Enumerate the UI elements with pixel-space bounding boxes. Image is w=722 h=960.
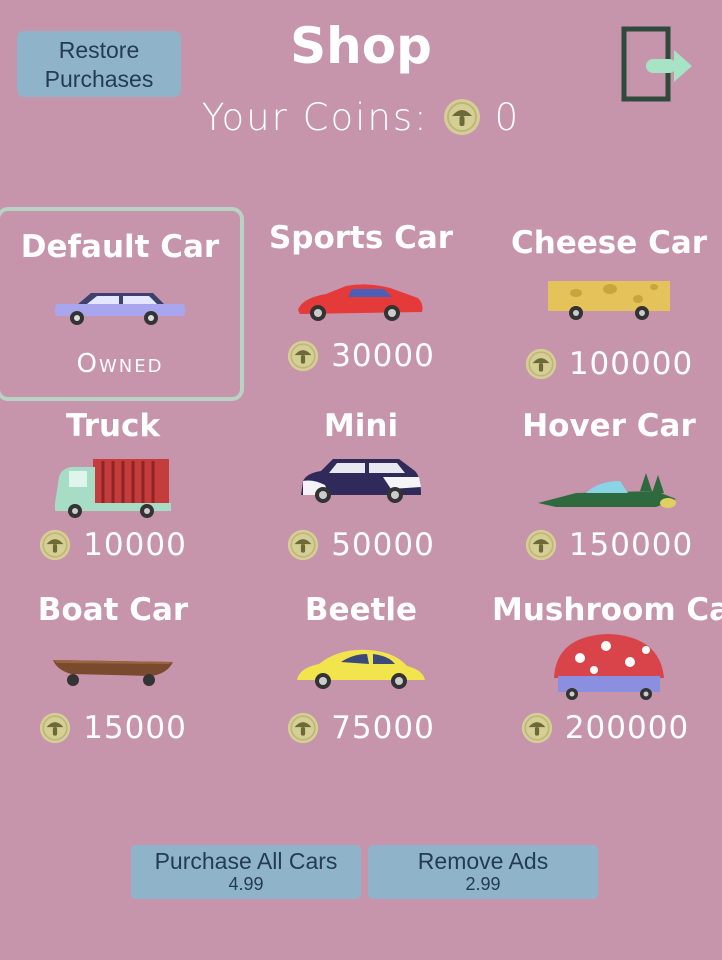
car-price-value: 75000	[331, 710, 435, 746]
coin-balance: Your Coins: 0	[0, 92, 722, 142]
coins-label: Your Coins:	[201, 95, 429, 139]
remove-ads-price: 2.99	[465, 874, 501, 894]
car-name: Mini	[323, 408, 399, 444]
boat-car-image	[53, 660, 173, 686]
mushroom-coin-icon	[40, 529, 71, 561]
mushroom-coin-icon	[40, 712, 71, 744]
car-name: Beetle	[304, 592, 418, 628]
car-price-value: 100000	[568, 346, 694, 382]
car-price-value: 200000	[564, 710, 690, 746]
car-price-value: 10000	[83, 527, 187, 563]
mushroom-coin-icon	[288, 712, 319, 744]
mushroom-coin-icon	[443, 99, 480, 135]
owned-status: Owned	[76, 349, 164, 379]
car-price: 200000	[488, 710, 722, 746]
truck-image	[55, 459, 171, 518]
car-price-value: 50000	[331, 527, 435, 563]
mushroom-coin-icon	[288, 529, 319, 561]
mini-image	[301, 459, 421, 503]
default-car-image	[55, 293, 185, 325]
car-card-boat[interactable]: Boat Car 15000	[0, 576, 234, 766]
car-card-mini[interactable]: Mini 50000	[240, 393, 482, 583]
purchase-all-price: 4.99	[228, 874, 264, 894]
exit-door-icon[interactable]	[616, 22, 696, 104]
beetle-image	[297, 649, 425, 689]
car-name: Boat Car	[37, 592, 189, 628]
car-card-hover[interactable]: Hover Car 150000	[488, 393, 722, 583]
car-price: 30000	[240, 338, 482, 374]
car-card-default[interactable]: Default Car Owned	[0, 207, 244, 401]
car-name: Sports Car	[268, 220, 454, 256]
mushroom-car-image	[554, 634, 664, 700]
sports-car-image	[298, 284, 423, 321]
car-price: 15000	[0, 710, 234, 746]
car-price-value: 15000	[83, 710, 187, 746]
car-card-sports[interactable]: Sports Car 30000	[240, 205, 482, 395]
mushroom-coin-icon	[521, 712, 552, 744]
car-price: 100000	[488, 346, 722, 382]
car-price: 150000	[488, 527, 722, 563]
car-name: Cheese Car	[510, 225, 708, 261]
remove-ads-label: Remove Ads	[417, 848, 549, 874]
car-price: 50000	[240, 527, 482, 563]
page-title: Shop	[290, 17, 432, 75]
car-card-beetle[interactable]: Beetle 75000	[240, 576, 482, 766]
cheese-car-image	[548, 281, 670, 320]
car-price: 10000	[0, 527, 234, 563]
remove-ads-button[interactable]: Remove Ads 2.99	[368, 845, 598, 899]
car-card-truck[interactable]: Truck 10000	[0, 393, 234, 583]
car-name: Mushroom Car	[492, 592, 722, 628]
hover-car-image	[538, 473, 676, 508]
purchase-all-label: Purchase All Cars	[154, 848, 338, 874]
car-card-cheese[interactable]: Cheese Car 100000	[488, 207, 722, 397]
purchase-all-cars-button[interactable]: Purchase All Cars 4.99	[131, 845, 361, 899]
car-name: Hover Car	[522, 408, 696, 444]
mushroom-coin-icon	[525, 348, 556, 380]
mushroom-coin-icon	[288, 340, 319, 372]
car-card-mushroom[interactable]: Mushroom Car 200000	[488, 576, 722, 766]
car-name: Default Car	[20, 229, 220, 265]
car-price: 75000	[240, 710, 482, 746]
coins-value: 0	[494, 95, 521, 139]
car-name: Truck	[65, 408, 161, 444]
car-price-value: 150000	[568, 527, 694, 563]
car-price-value: 30000	[331, 338, 435, 374]
mushroom-coin-icon	[525, 529, 556, 561]
